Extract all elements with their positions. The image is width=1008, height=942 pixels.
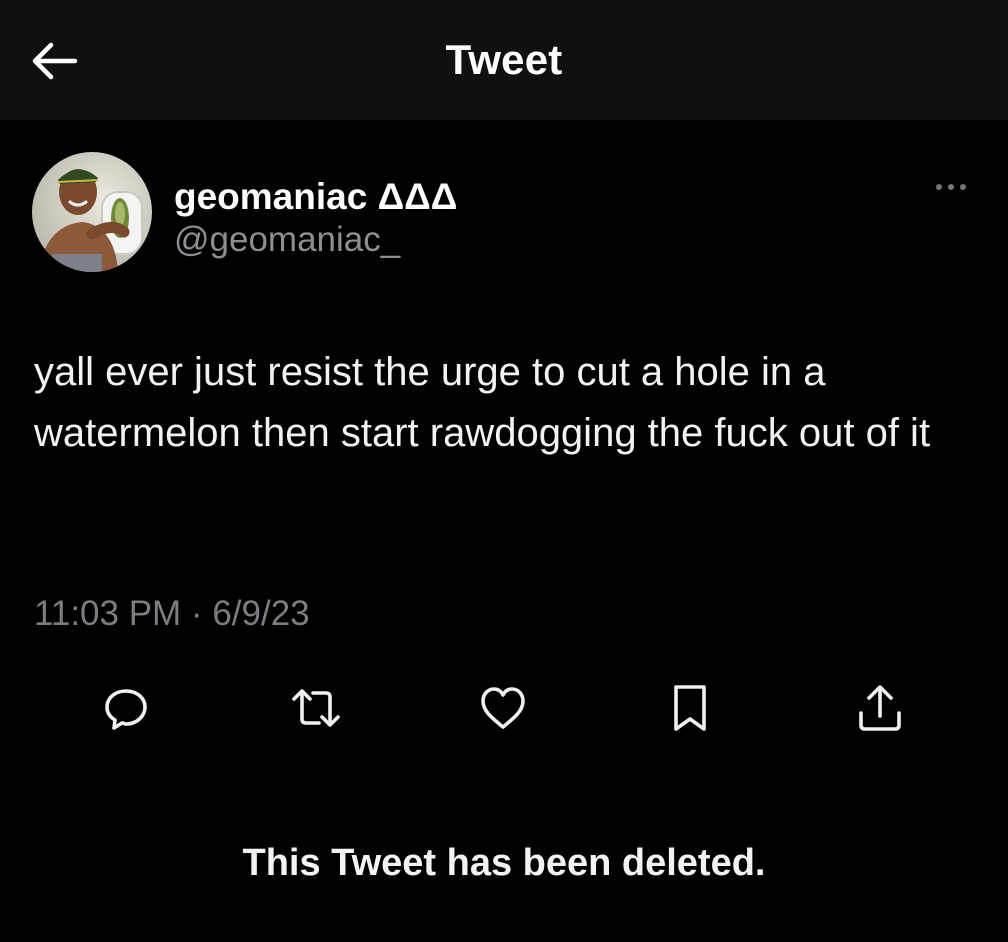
- top-bar: Tweet: [0, 0, 1008, 120]
- reply-icon: [105, 689, 147, 730]
- tweet-text: yall ever just resist the urge to cut a …: [34, 350, 931, 455]
- retweet-button[interactable]: [288, 680, 344, 736]
- bookmark-button[interactable]: [662, 680, 718, 736]
- avatar[interactable]: [32, 152, 152, 272]
- retweet-icon: [292, 689, 340, 727]
- like-button[interactable]: [475, 680, 531, 736]
- tweet-timestamp[interactable]: 11:03 PM · 6/9/23: [34, 594, 310, 634]
- more-horizontal-icon-dot: [960, 184, 966, 190]
- deleted-tweet-notice: This Tweet has been deleted.: [242, 842, 766, 884]
- author-handle[interactable]: @geomaniac_: [174, 220, 400, 260]
- share-button[interactable]: [852, 680, 908, 736]
- heart-icon: [481, 687, 525, 729]
- more-horizontal-icon-dot: [948, 184, 954, 190]
- avatar-image: [32, 152, 152, 272]
- reply-button[interactable]: [98, 680, 154, 736]
- page-title: Tweet: [445, 36, 563, 83]
- more-options-button[interactable]: [926, 172, 976, 202]
- tweet-actions: [0, 680, 1008, 736]
- author-display-name[interactable]: geomaniac ΔΔΔ: [174, 176, 457, 218]
- bookmark-icon: [674, 685, 706, 731]
- share-icon: [859, 685, 901, 731]
- more-horizontal-icon: [936, 184, 942, 190]
